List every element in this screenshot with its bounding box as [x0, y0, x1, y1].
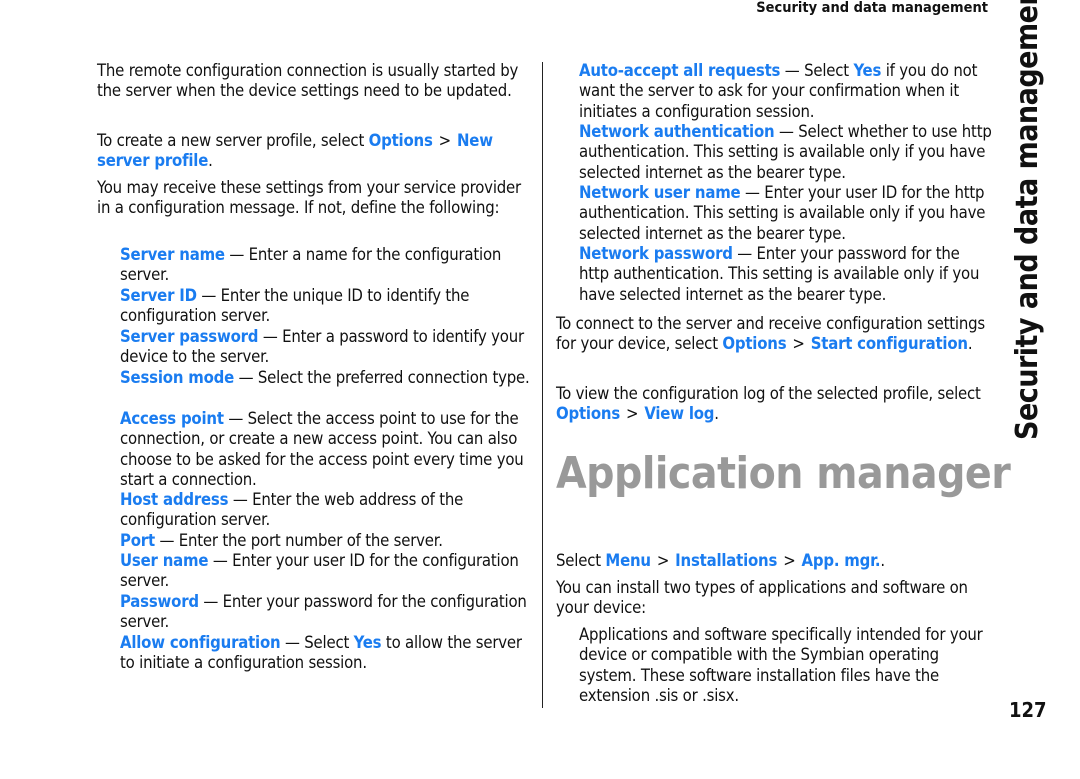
text: Select [556, 551, 606, 570]
paragraph: You can install two types of application… [556, 578, 992, 619]
paragraph: Select Menu > Installations > App. mgr.. [556, 551, 992, 571]
menu-command: Menu [605, 551, 651, 570]
paragraph: Session mode — Select the preferred conn… [120, 368, 535, 388]
menu-command: Installations [675, 551, 778, 570]
menu-command: Auto-accept all requests [579, 61, 781, 80]
paragraph: Network user name — Enter your user ID f… [579, 183, 992, 244]
paragraph: Server ID — Enter the unique ID to ident… [120, 286, 535, 327]
text: . [714, 404, 719, 424]
menu-command: Options [368, 131, 433, 150]
section-heading: Application manager [556, 448, 1011, 499]
column-divider [542, 62, 543, 708]
text: You can install two types of application… [556, 578, 968, 618]
menu-command: View log [644, 404, 715, 424]
paragraph: Server password — Enter a password to id… [120, 327, 535, 368]
paragraph: Network authentication — Select whether … [579, 122, 992, 183]
paragraph: Server name — Enter a name for the confi… [120, 245, 535, 286]
paragraph: User name — Enter your user ID for the c… [120, 551, 535, 592]
menu-command: Server ID [120, 286, 197, 305]
text: — Select the preferred connection type. [234, 368, 530, 387]
text: — Enter the port number of the server. [154, 531, 443, 550]
page-number: 127 [1009, 698, 1047, 722]
menu-command: Password [120, 592, 199, 611]
text: Applications and software specifically i… [579, 625, 983, 706]
menu-command: Host address [120, 490, 229, 509]
text: . [967, 334, 973, 354]
text: The remote configuration connection is u… [97, 61, 519, 101]
menu-command: Options [556, 404, 621, 424]
menu-command: Options [722, 334, 787, 354]
menu-command: Yes [853, 61, 882, 80]
menu-command: Server password [120, 327, 259, 346]
paragraph: Host address — Enter the web address of … [120, 490, 535, 531]
paragraph: You may receive these settings from your… [97, 178, 535, 219]
paragraph: Port — Enter the port number of the serv… [120, 531, 535, 551]
menu-separator: > [656, 551, 670, 570]
text: To view the configuration log of the sel… [556, 384, 981, 403]
manual-page: Security and data management Security an… [0, 0, 1080, 779]
paragraph: Access point — Select the access point t… [120, 409, 535, 491]
paragraph: Allow configuration — Select Yes to allo… [120, 633, 535, 674]
text: . [880, 551, 885, 570]
menu-command: Allow configuration [120, 633, 281, 652]
paragraph: To view the configuration log of the sel… [556, 384, 992, 425]
text: . [208, 151, 213, 171]
side-section-title: Security and data management [1010, 0, 1045, 440]
running-head: Security and data management [756, 0, 988, 16]
menu-command: Access point [120, 409, 224, 428]
text: To create a new server profile, select [97, 131, 369, 150]
menu-command: Start configuration [810, 334, 968, 354]
text: You may receive these settings from your… [97, 178, 521, 218]
menu-command: App. mgr. [801, 551, 881, 570]
paragraph: To connect to the server and receive con… [556, 314, 992, 355]
menu-command: Port [120, 531, 155, 550]
paragraph: Password — Enter your password for the c… [120, 592, 535, 633]
menu-separator: > [438, 131, 452, 150]
paragraph: The remote configuration connection is u… [97, 61, 535, 102]
text: — Select [280, 633, 354, 652]
menu-command: Network password [579, 244, 733, 263]
paragraph: Network password — Enter your password f… [579, 244, 992, 305]
menu-separator: > [783, 551, 796, 570]
menu-separator: > [792, 334, 805, 354]
paragraph: Applications and software specifically i… [579, 625, 992, 707]
menu-separator: > [626, 404, 639, 424]
paragraph: Auto-accept all requests — Select Yes if… [579, 61, 992, 122]
menu-command: Network authentication [579, 122, 775, 141]
menu-command: Session mode [120, 368, 235, 387]
menu-command: Network user name [579, 183, 741, 202]
menu-command: User name [120, 551, 209, 570]
menu-command: Yes [353, 633, 382, 652]
paragraph: To create a new server profile, select O… [97, 131, 535, 172]
menu-command: Server name [120, 245, 225, 264]
text: — Select [780, 61, 854, 80]
